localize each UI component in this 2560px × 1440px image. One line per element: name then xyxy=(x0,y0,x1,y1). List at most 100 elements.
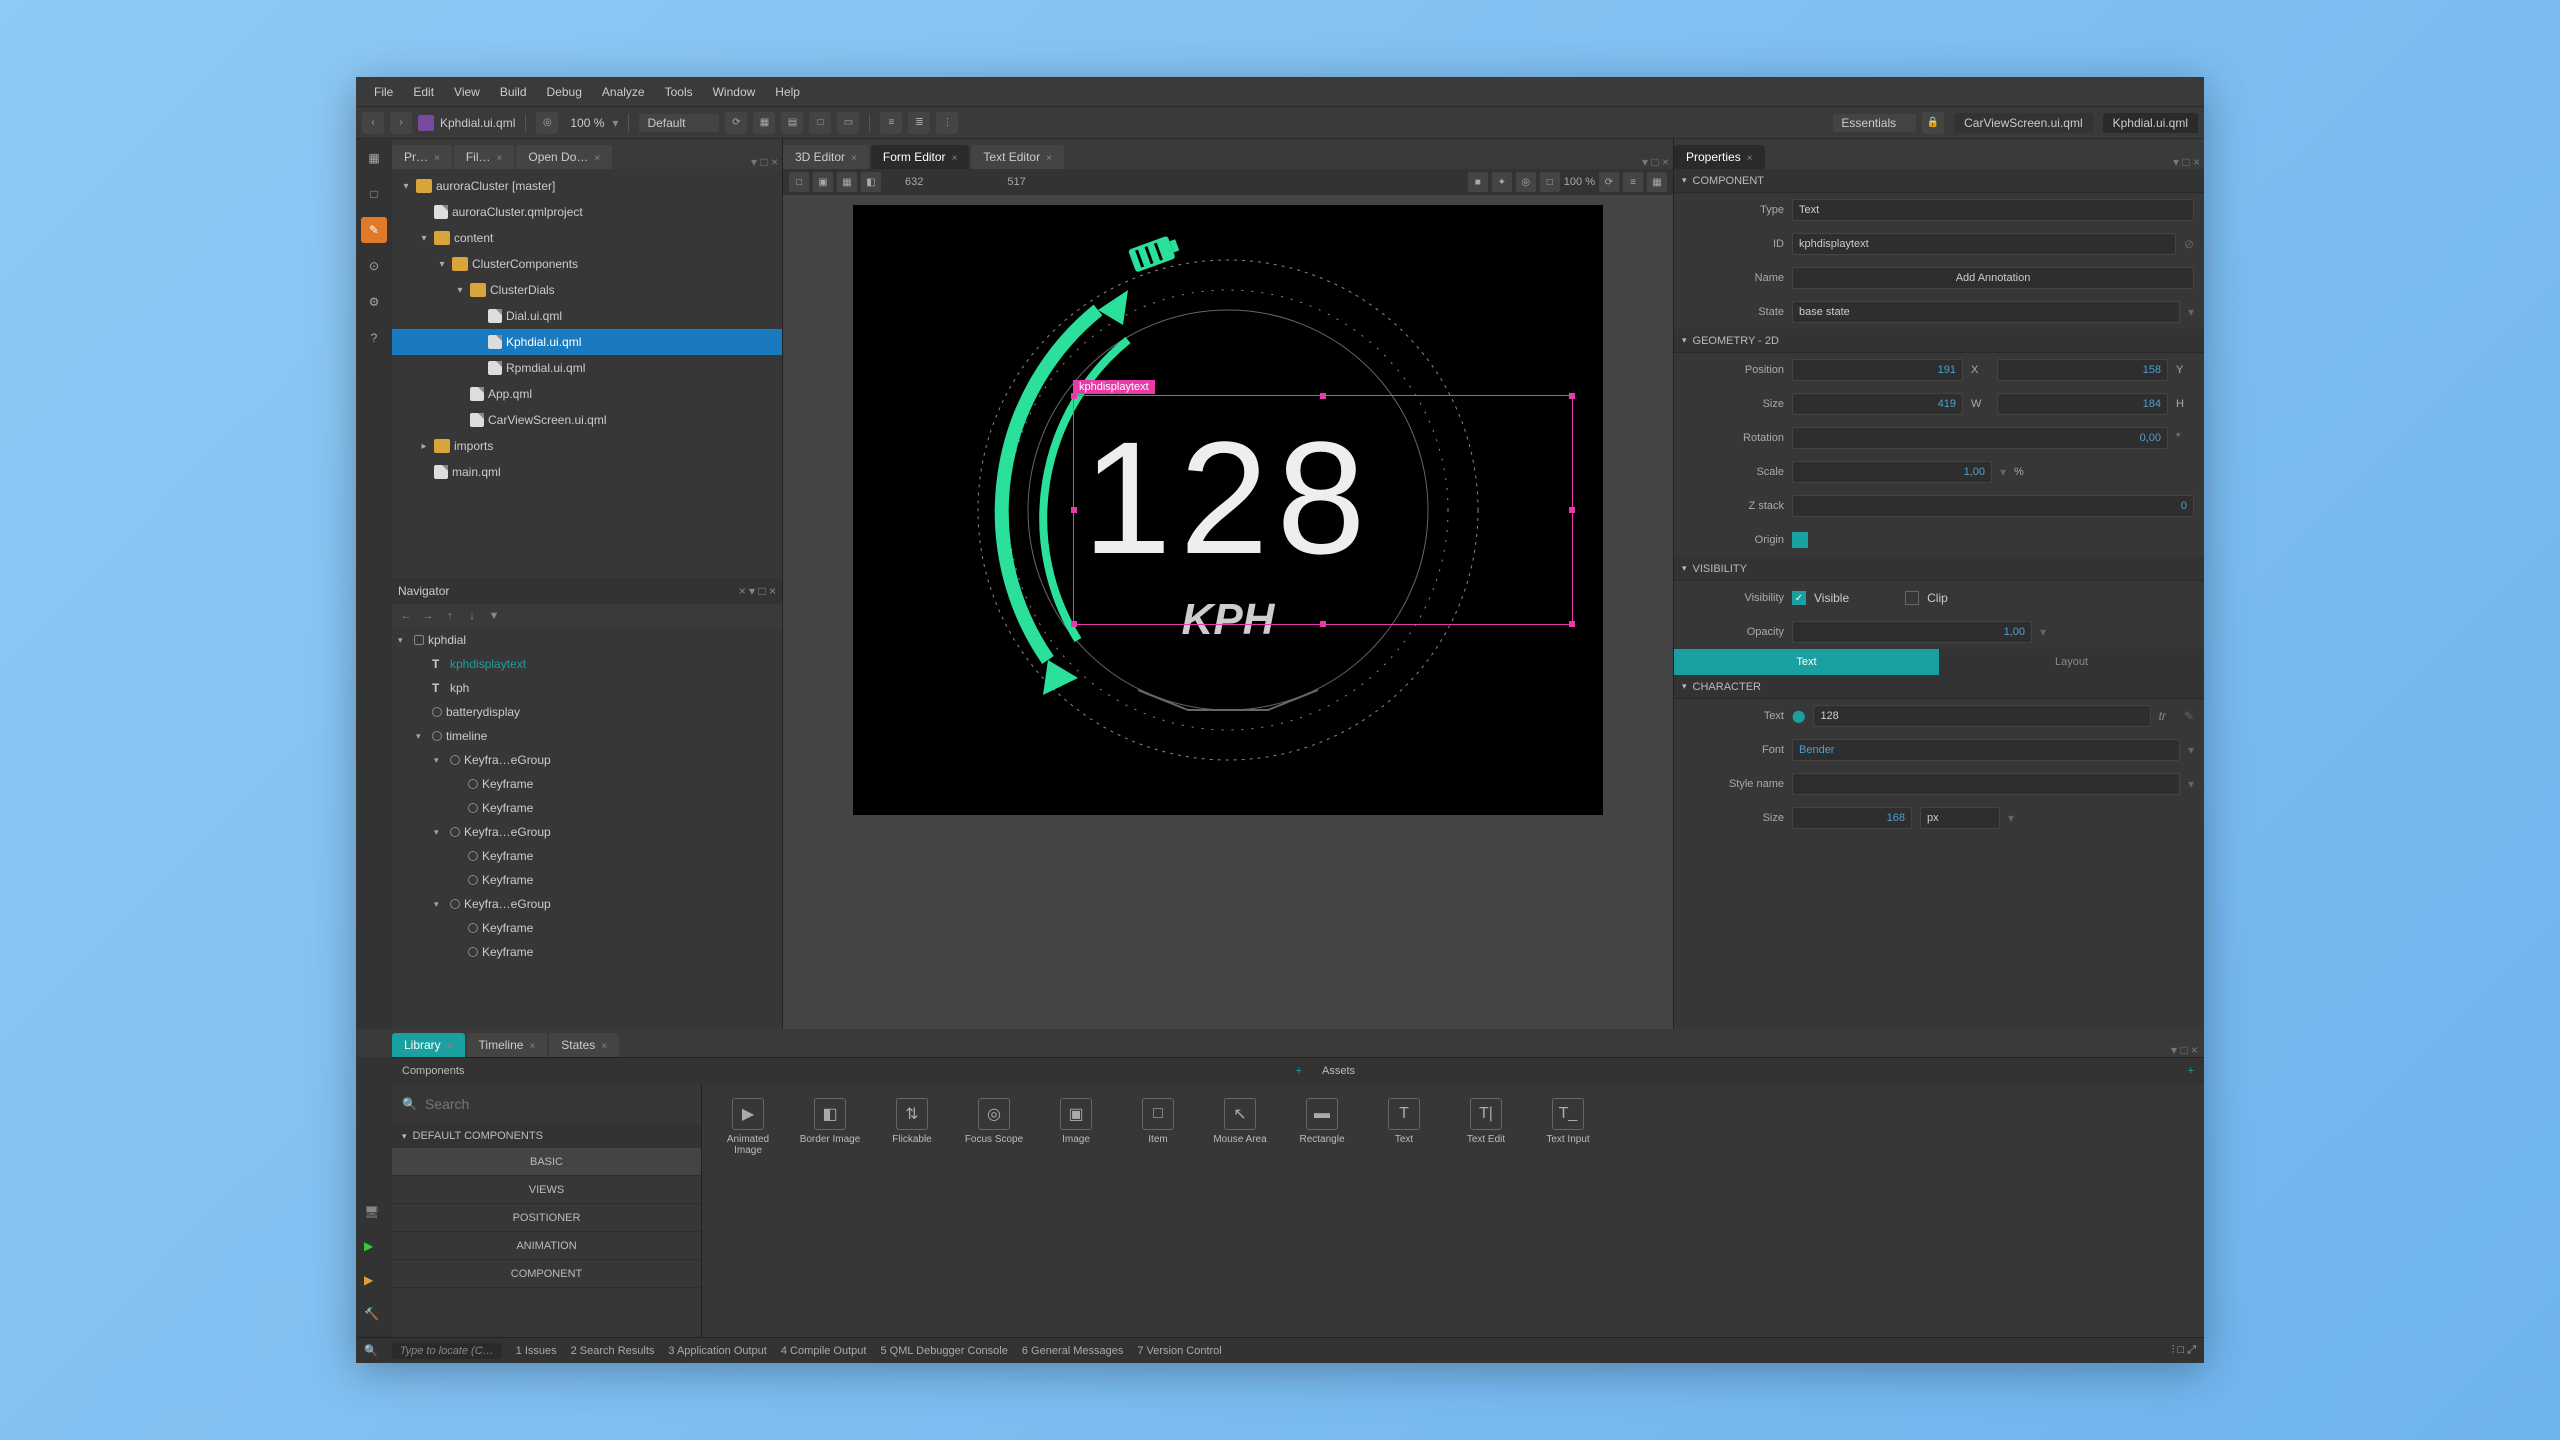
component-item[interactable]: T|Text Edit xyxy=(1454,1098,1518,1145)
field-size-w[interactable]: 419 xyxy=(1792,393,1963,415)
canvas-tool-1[interactable]: □ xyxy=(789,172,809,192)
close-icon[interactable]: × xyxy=(434,153,440,164)
canvas-tool-2[interactable]: ▣ xyxy=(813,172,833,192)
field-size-h[interactable]: 184 xyxy=(1997,393,2168,415)
canvas-opt-3[interactable]: ◎ xyxy=(1516,172,1536,192)
subtab-layout[interactable]: Layout xyxy=(1939,649,2204,675)
tab-properties[interactable]: Properties× xyxy=(1674,145,1765,169)
nav-back-icon[interactable]: ← xyxy=(398,608,414,624)
menu-help[interactable]: Help xyxy=(765,85,810,99)
navigator-row[interactable]: ▾Keyfra…eGroup xyxy=(392,820,782,844)
nav-fwd-icon[interactable]: → xyxy=(420,608,436,624)
build-icon[interactable]: 🔨 xyxy=(364,1307,384,1327)
status-pane-button[interactable]: 2 Search Results xyxy=(571,1345,655,1357)
mode-debug-icon[interactable]: ⊙ xyxy=(361,253,387,279)
component-item[interactable]: ▶Animated Image xyxy=(716,1098,780,1156)
kit-selector[interactable]: Default xyxy=(639,114,719,132)
subtab-text[interactable]: Text xyxy=(1674,649,1939,675)
tree-row[interactable]: ▾ClusterComponents xyxy=(392,251,782,277)
category-header[interactable]: ▾DEFAULT COMPONENTS xyxy=(392,1124,701,1148)
tab-text-editor[interactable]: Text Editor× xyxy=(971,145,1064,169)
field-state[interactable]: base state xyxy=(1792,301,2180,323)
field-font[interactable]: Bender xyxy=(1792,739,2180,761)
nav-down-icon[interactable]: ↓ xyxy=(464,608,480,624)
run-icon[interactable]: ▶ xyxy=(364,1239,384,1259)
mode-design-icon[interactable]: ✎ xyxy=(361,217,387,243)
tool-3-icon[interactable]: ▤ xyxy=(781,112,803,134)
field-id[interactable]: kphdisplaytext xyxy=(1792,233,2176,255)
menu-window[interactable]: Window xyxy=(703,85,766,99)
section-character[interactable]: ▾CHARACTER xyxy=(1674,675,2204,699)
nav-up-icon[interactable]: ↑ xyxy=(442,608,458,624)
canvas-opt-4[interactable]: □ xyxy=(1540,172,1560,192)
component-item[interactable]: T_Text Input xyxy=(1536,1098,1600,1145)
section-geometry[interactable]: ▾GEOMETRY - 2D xyxy=(1674,329,2204,353)
tree-row[interactable]: App.qml xyxy=(392,381,782,407)
tool-4-icon[interactable]: □ xyxy=(809,112,831,134)
section-component[interactable]: ▾COMPONENT xyxy=(1674,169,2204,193)
open-doc-0[interactable]: CarViewScreen.ui.qml xyxy=(1954,113,2093,133)
nav-back-icon[interactable]: ‹ xyxy=(362,112,384,134)
navigator-row[interactable]: ▾timeline xyxy=(392,724,782,748)
tree-row[interactable]: Kphdial.ui.qml xyxy=(392,329,782,355)
section-visibility[interactable]: ▾VISIBILITY xyxy=(1674,557,2204,581)
component-item[interactable]: ⇅Flickable xyxy=(880,1098,944,1145)
tool-5-icon[interactable]: ▭ xyxy=(837,112,859,134)
navigator-row[interactable]: ▾Keyfra…eGroup xyxy=(392,748,782,772)
component-category[interactable]: VIEWS xyxy=(392,1176,701,1204)
component-search-input[interactable] xyxy=(425,1096,691,1112)
component-category[interactable]: BASIC xyxy=(392,1148,701,1176)
filter-icon[interactable]: ▼ xyxy=(486,608,502,624)
tree-row[interactable]: ▾auroraCluster [master] xyxy=(392,173,782,199)
status-close-icon[interactable]: ⫶ □ ⤢ xyxy=(2172,1344,2196,1357)
tab-projects[interactable]: Pr…× xyxy=(392,145,452,169)
artboard[interactable]: 128 KPH kphdisplaytext xyxy=(853,205,1603,815)
navigator-row[interactable]: Keyframe xyxy=(392,844,782,868)
field-style[interactable] xyxy=(1792,773,2180,795)
tree-row[interactable]: ▸imports xyxy=(392,433,782,459)
tab-form-editor[interactable]: Form Editor× xyxy=(871,145,970,169)
canvas-opt-6[interactable]: ≡ xyxy=(1623,172,1643,192)
close-icon[interactable]: × ▾ □ × xyxy=(739,584,776,598)
component-category[interactable]: ANIMATION xyxy=(392,1232,701,1260)
align-1-icon[interactable]: ≡ xyxy=(880,112,902,134)
navigator-row[interactable]: Tkph xyxy=(392,676,782,700)
close-icon[interactable]: × xyxy=(594,153,600,164)
tree-row[interactable]: auroraCluster.qmlproject xyxy=(392,199,782,225)
origin-picker[interactable] xyxy=(1792,532,1808,548)
open-doc-1[interactable]: Kphdial.ui.qml xyxy=(2103,113,2198,133)
canvas-opt-5[interactable]: ⟳ xyxy=(1599,172,1619,192)
tool-1-icon[interactable]: ⟳ xyxy=(725,112,747,134)
navigator-row[interactable]: Keyframe xyxy=(392,868,782,892)
field-rotation[interactable]: 0,00 xyxy=(1792,427,2168,449)
tree-row[interactable]: ▾ClusterDials xyxy=(392,277,782,303)
menu-build[interactable]: Build xyxy=(490,85,537,99)
tab-filesystem[interactable]: Fil…× xyxy=(454,145,515,169)
checkbox-visible[interactable]: ✓ xyxy=(1792,591,1806,605)
status-pane-button[interactable]: 3 Application Output xyxy=(668,1345,766,1357)
menu-edit[interactable]: Edit xyxy=(403,85,444,99)
tree-row[interactable]: CarViewScreen.ui.qml xyxy=(392,407,782,433)
component-item[interactable]: □Item xyxy=(1126,1098,1190,1145)
navigator-row[interactable]: Keyframe xyxy=(392,916,782,940)
status-pane-button[interactable]: 7 Version Control xyxy=(1137,1345,1221,1357)
tab-timeline[interactable]: Timeline× xyxy=(467,1033,548,1057)
component-item[interactable]: ◎Focus Scope xyxy=(962,1098,1026,1145)
lock-icon[interactable]: 🔒 xyxy=(1922,112,1944,134)
menu-debug[interactable]: Debug xyxy=(537,85,592,99)
close-icon[interactable]: × xyxy=(497,153,503,164)
add-component-icon[interactable]: + xyxy=(1296,1065,1302,1077)
menu-file[interactable]: File xyxy=(364,85,403,99)
navigator-row[interactable]: ▾kphdial xyxy=(392,628,782,652)
navigator-row[interactable]: Tkphdisplaytext xyxy=(392,652,782,676)
status-pane-button[interactable]: 4 Compile Output xyxy=(781,1345,867,1357)
component-category[interactable]: POSITIONER xyxy=(392,1204,701,1232)
mode-edit-icon[interactable]: □ xyxy=(361,181,387,207)
mode-projects-icon[interactable]: ⚙ xyxy=(361,289,387,315)
mode-help-icon[interactable]: ? xyxy=(361,325,387,351)
field-opacity[interactable]: 1,00 xyxy=(1792,621,2032,643)
component-item[interactable]: ▬Rectangle xyxy=(1290,1098,1354,1145)
project-tree[interactable]: ▾auroraCluster [master]auroraCluster.qml… xyxy=(392,169,782,578)
canvas-opt-2[interactable]: ✦ xyxy=(1492,172,1512,192)
field-zstack[interactable]: 0 xyxy=(1792,495,2194,517)
